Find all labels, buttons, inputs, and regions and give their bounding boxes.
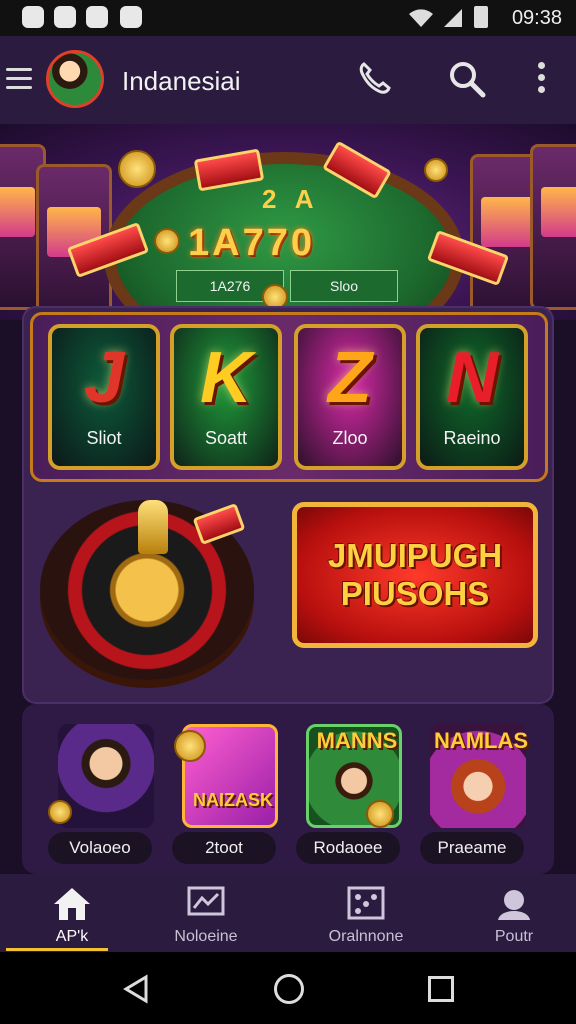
nav-noloeine[interactable]: Noloeine bbox=[134, 874, 278, 952]
nav-label: Poutr bbox=[494, 928, 534, 945]
nav-label: AP'k bbox=[55, 928, 89, 945]
tile-label: Soatt bbox=[204, 428, 248, 448]
clock: 09:38 bbox=[511, 7, 562, 29]
recent-apps-icon[interactable] bbox=[428, 976, 454, 1002]
tile-glyph: K bbox=[200, 338, 252, 418]
menu-icon[interactable] bbox=[6, 68, 32, 90]
nav-poutr[interactable]: Poutr bbox=[442, 874, 576, 952]
status-bar: 09:38 bbox=[0, 0, 576, 36]
featured-label: 2toot bbox=[172, 832, 276, 864]
jackpot-line-1: JMUIPUGH bbox=[327, 537, 503, 574]
notification-icon bbox=[22, 6, 44, 28]
more-options-icon[interactable] bbox=[534, 62, 548, 96]
coin-icon bbox=[174, 730, 206, 762]
hero-top-letters: 2 A bbox=[262, 184, 320, 214]
active-tab-indicator bbox=[6, 948, 108, 951]
featured-item[interactable]: NAIZASK 2toot bbox=[172, 720, 290, 870]
roulette-spindle bbox=[138, 500, 168, 554]
hero-cell: Sloo bbox=[290, 270, 398, 302]
nav-home[interactable]: AP'k bbox=[0, 874, 144, 952]
gallery-icon bbox=[54, 6, 76, 28]
featured-title: NAMLAS bbox=[433, 728, 529, 753]
profile-icon bbox=[498, 890, 530, 920]
hero-banner[interactable]: 2 A 1A770 1A276 Sloo bbox=[0, 124, 576, 320]
tile-label: Sliot bbox=[86, 428, 122, 448]
app-icon bbox=[86, 6, 108, 28]
coin-icon bbox=[48, 800, 72, 824]
coin-icon bbox=[424, 158, 448, 182]
back-icon[interactable] bbox=[122, 974, 150, 1004]
featured-label: Rodaoee bbox=[296, 832, 400, 864]
character-portrait bbox=[58, 724, 154, 828]
featured-item[interactable]: NAMLAS Praeame bbox=[420, 720, 538, 870]
featured-label: Volaoeo bbox=[48, 832, 152, 864]
app-bar: Indanesiai bbox=[0, 36, 576, 124]
home-icon bbox=[54, 888, 90, 920]
coin-icon bbox=[154, 228, 180, 254]
bottom-navigation: AP'k Noloeine Oralnnone Poutr bbox=[0, 874, 576, 952]
featured-title: NAIZASK bbox=[193, 790, 273, 810]
search-icon[interactable] bbox=[448, 60, 486, 98]
coin-icon bbox=[366, 800, 394, 828]
tile-label: Zloo bbox=[332, 428, 368, 448]
coin-icon bbox=[118, 150, 156, 188]
jackpot-line-2: PIUSOHS bbox=[340, 575, 490, 612]
battery-icon bbox=[474, 6, 488, 28]
featured-item[interactable]: Volaoeo bbox=[48, 720, 166, 870]
slot-machine-right-2 bbox=[530, 144, 576, 310]
game-tile-slot[interactable]: J Sliot bbox=[48, 324, 160, 470]
game-tile-raeino[interactable]: N Raeino bbox=[416, 324, 528, 470]
nav-label: Noloeine bbox=[174, 928, 238, 945]
game-tile-zloo[interactable]: Z Zloo bbox=[294, 324, 406, 470]
jackpot-banner[interactable]: JMUIPUGH PIUSOHS bbox=[292, 502, 538, 648]
featured-label: Praeame bbox=[420, 832, 524, 864]
avatar[interactable] bbox=[46, 50, 104, 108]
hero-digits: 1A770 bbox=[188, 222, 315, 264]
featured-item[interactable]: MANNS Rodaoee bbox=[296, 720, 414, 870]
app-title: Indanesiai bbox=[122, 66, 241, 96]
home-button-icon[interactable] bbox=[274, 974, 304, 1004]
chart-icon bbox=[187, 886, 225, 916]
signal-icon bbox=[444, 9, 462, 27]
tile-glyph: Z bbox=[328, 338, 372, 418]
tile-label: Raeino bbox=[443, 428, 501, 448]
wifi-icon bbox=[409, 9, 433, 27]
game-tile-soatt[interactable]: K Soatt bbox=[170, 324, 282, 470]
tile-glyph: J bbox=[83, 338, 125, 418]
tile-glyph: N bbox=[446, 338, 498, 418]
play-icon bbox=[120, 6, 142, 28]
nav-oralnnone[interactable]: Oralnnone bbox=[294, 874, 438, 952]
nav-label: Oralnnone bbox=[328, 928, 404, 945]
dice-icon bbox=[347, 886, 385, 920]
system-navigation-bar bbox=[0, 952, 576, 1024]
phone-icon[interactable] bbox=[356, 60, 392, 96]
featured-title: MANNS bbox=[316, 728, 398, 753]
